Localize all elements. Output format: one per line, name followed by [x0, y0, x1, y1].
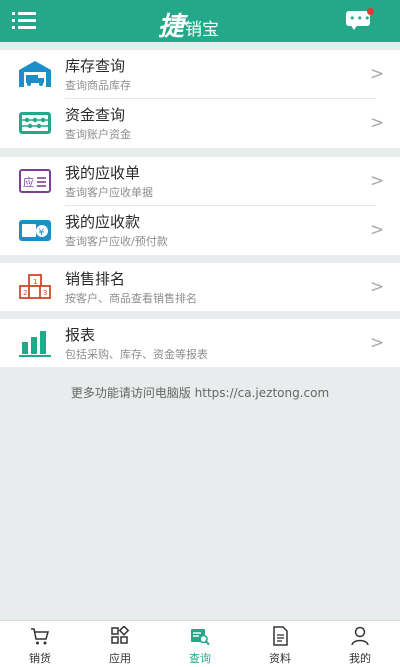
svg-text:¥: ¥	[39, 228, 45, 238]
menu-group-reports: 报表 包括采购、库存、资金等报表 >	[0, 319, 400, 367]
chevron-right-icon: >	[370, 333, 385, 353]
menu-title: 报表	[65, 326, 96, 344]
notification-dot	[367, 8, 374, 15]
menu-group-inventory-funds: 库存查询 查询商品库存 > 资金查询 查询账户资金 >	[0, 50, 400, 148]
tab-label: 我的	[349, 652, 371, 665]
menu-subtitle: 查询账户资金	[65, 128, 131, 141]
document-icon	[273, 626, 288, 646]
menu-title: 我的应收单	[65, 164, 141, 182]
menu-title: 库存查询	[65, 57, 126, 75]
abacus-icon	[19, 112, 51, 134]
chevron-right-icon: >	[370, 113, 385, 133]
menu-subtitle: 查询商品库存	[65, 79, 131, 92]
tab-data[interactable]: 资料	[240, 621, 320, 667]
chat-bubble-icon[interactable]: •••	[346, 8, 374, 30]
hamburger-menu-icon[interactable]	[12, 11, 36, 31]
desktop-version-note: 更多功能请访问电脑版 https://ca.jeztong.com	[70, 386, 330, 400]
menu-item-sales-ranking[interactable]: 1 2 3 销售排名 按客户、商品查看销售排名 >	[0, 263, 400, 311]
menu-title: 资金查询	[65, 106, 126, 124]
menu-item-reports[interactable]: 报表 包括采购、库存、资金等报表 >	[0, 319, 400, 367]
svg-text:1: 1	[33, 278, 37, 286]
tab-label: 查询	[189, 652, 211, 665]
menu-item-inventory-query[interactable]: 库存查询 查询商品库存 >	[0, 50, 400, 98]
menu-title: 我的应收款	[65, 213, 141, 231]
menu-subtitle: 查询客户应收/预付款	[65, 235, 168, 248]
chevron-right-icon: >	[370, 220, 385, 240]
apps-grid-icon	[111, 626, 130, 644]
tab-apps[interactable]: 应用	[80, 621, 160, 667]
logo-text: 销宝	[185, 20, 220, 40]
wallet-yuan-icon: ¥	[19, 220, 51, 241]
logo-mark: 捷	[158, 12, 185, 42]
tab-sales[interactable]: 销货	[0, 621, 80, 667]
cart-icon	[31, 628, 49, 645]
menu-subtitle: 查询客户应收单据	[65, 186, 153, 199]
bottom-tab-bar: 销货 应用 查询 资料 我的	[0, 620, 400, 667]
tab-label: 资料	[269, 652, 291, 665]
svg-text:3: 3	[43, 289, 47, 297]
warehouse-icon	[19, 61, 51, 87]
svg-text:2: 2	[23, 289, 27, 297]
chevron-right-icon: >	[370, 171, 385, 191]
bar-chart-icon	[19, 331, 51, 357]
tab-mine[interactable]: 我的	[320, 621, 400, 667]
menu-group-receivables: 应 我的应收单 查询客户应收单据 > ¥ 我的应收款 查询客户应收/预付款 >	[0, 157, 400, 255]
chevron-right-icon: >	[370, 64, 385, 84]
user-icon	[351, 626, 369, 646]
menu-item-receivable-bills[interactable]: 应 我的应收单 查询客户应收单据 >	[0, 157, 400, 205]
tab-query[interactable]: 查询	[160, 621, 240, 667]
menu-subtitle: 按客户、商品查看销售排名	[65, 292, 197, 305]
tab-label: 销货	[29, 652, 51, 665]
menu-group-sales-ranking: 1 2 3 销售排名 按客户、商品查看销售排名 >	[0, 263, 400, 311]
menu-item-funds-query[interactable]: 资金查询 查询账户资金 >	[0, 99, 400, 147]
svg-text:应: 应	[23, 175, 34, 189]
receivable-document-icon: 应	[19, 169, 51, 193]
query-search-icon	[191, 629, 210, 646]
ranking-podium-icon: 1 2 3	[19, 274, 51, 299]
chevron-right-icon: >	[370, 277, 385, 297]
menu-subtitle: 包括采购、库存、资金等报表	[65, 348, 208, 361]
menu-title: 销售排名	[65, 270, 126, 288]
app-logo: 捷销宝	[158, 6, 219, 42]
menu-item-receivable-payments[interactable]: ¥ 我的应收款 查询客户应收/预付款 >	[0, 206, 400, 254]
tab-label: 应用	[109, 652, 131, 665]
app-header: 捷销宝 •••	[0, 0, 400, 42]
